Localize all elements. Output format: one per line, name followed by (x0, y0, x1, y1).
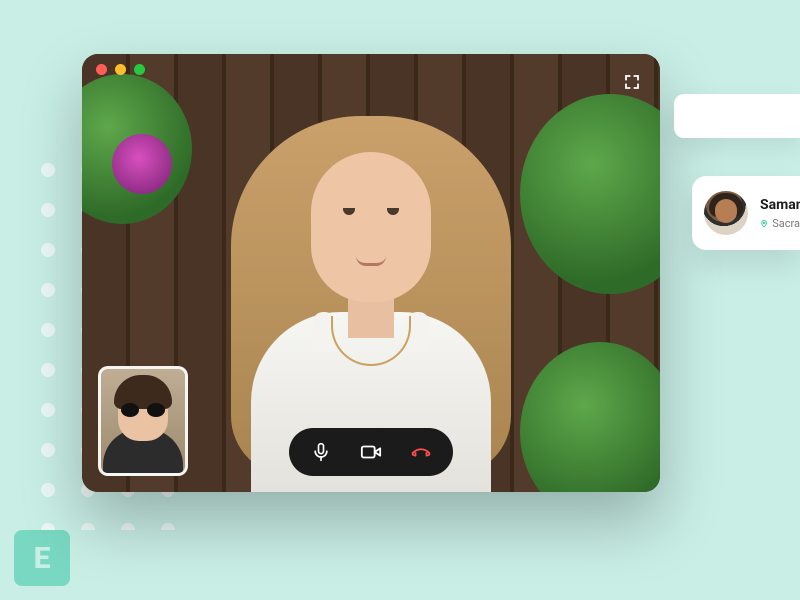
contact-location: Sacra (760, 217, 800, 230)
contact-name: Saman (760, 197, 800, 213)
hang-up-icon (410, 441, 432, 463)
camera-button[interactable] (359, 440, 383, 464)
microphone-icon (311, 442, 331, 462)
mute-button[interactable] (309, 440, 333, 464)
video-camera-icon (360, 441, 382, 463)
self-view[interactable] (98, 366, 188, 476)
contact-info: Saman Sacra (760, 197, 800, 230)
expand-icon (623, 73, 641, 91)
app-logo-letter: E (34, 541, 51, 576)
end-call-button[interactable] (409, 440, 433, 464)
video-call-window (82, 54, 660, 492)
location-pin-icon (760, 218, 768, 229)
window-close-button[interactable] (96, 64, 107, 75)
contact-avatar (704, 191, 748, 235)
contact-location-text: Sacra (772, 217, 800, 230)
contact-card[interactable]: Saman Sacra (692, 176, 800, 250)
fullscreen-button[interactable] (618, 68, 646, 96)
window-traffic-lights (96, 64, 145, 75)
side-panel-strip (674, 94, 800, 138)
call-controls (289, 428, 453, 476)
window-minimize-button[interactable] (115, 64, 126, 75)
window-zoom-button[interactable] (134, 64, 145, 75)
app-logo-badge: E (14, 530, 70, 586)
